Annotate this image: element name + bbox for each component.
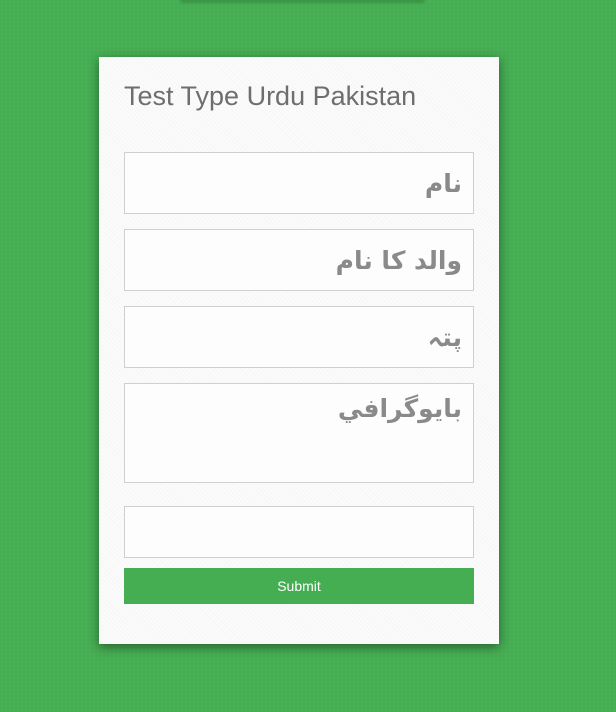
father-name-input[interactable] (124, 229, 474, 291)
name-input[interactable] (124, 152, 474, 214)
form-card: Test Type Urdu Pakistan Submit (99, 57, 499, 644)
extra-input[interactable] (124, 506, 474, 558)
form-title: Test Type Urdu Pakistan (124, 81, 417, 111)
top-header-remnant (180, 0, 425, 3)
biography-textarea[interactable] (124, 383, 474, 483)
address-input[interactable] (124, 306, 474, 368)
submit-button[interactable]: Submit (124, 568, 474, 604)
